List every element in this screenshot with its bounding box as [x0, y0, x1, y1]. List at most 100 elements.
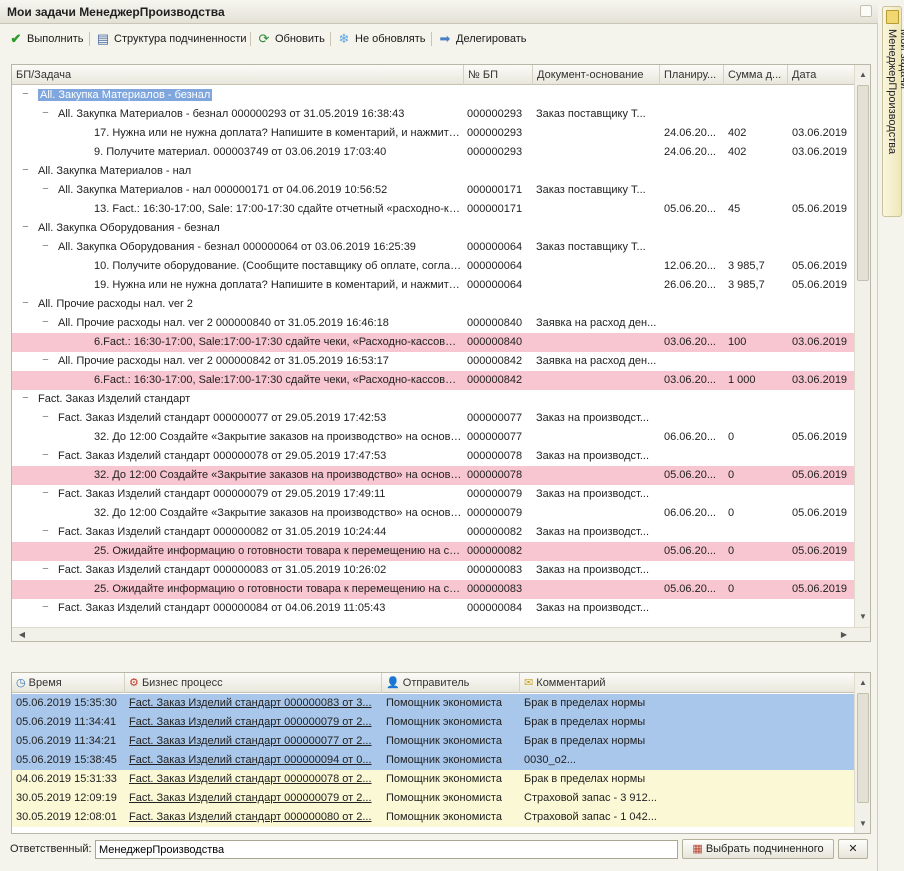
scroll-up-icon[interactable]: ▲	[855, 67, 871, 83]
table-row[interactable]: 05.06.2019 15:38:45 Fact. Заказ Изделий с…	[12, 751, 854, 770]
collapse-toggle-icon[interactable]: −	[40, 602, 51, 614]
column-header-bp[interactable]: № БП	[464, 65, 533, 85]
table-row[interactable]: − Fact. Заказ Изделий стандарт	[12, 390, 854, 409]
tasks-horizontal-scrollbar[interactable]: ◀ ▶	[12, 627, 870, 641]
table-row[interactable]: 6.Fact.: 16:30-17:00, Sale:17:00-17:30 с…	[12, 371, 854, 390]
process-link[interactable]: Fact. Заказ Изделий стандарт 000000079 о…	[129, 713, 379, 732]
cell-task-text: All. Закупка Оборудования - безнал	[38, 222, 220, 234]
process-link[interactable]: Fact. Заказ Изделий стандарт 000000083 о…	[129, 694, 379, 713]
table-row[interactable]: − All. Прочие расходы нал. ver 2 00000084…	[12, 314, 854, 333]
arrow-right-icon: ➡	[439, 31, 451, 46]
window-close-button[interactable]	[860, 5, 872, 17]
table-row[interactable]: 05.06.2019 11:34:41 Fact. Заказ Изделий с…	[12, 713, 854, 732]
column-header-sender[interactable]: 👤 Отправитель	[382, 673, 520, 693]
scroll-right-icon[interactable]: ▶	[836, 627, 852, 643]
collapse-toggle-icon[interactable]: −	[40, 564, 51, 576]
process-link[interactable]: Fact. Заказ Изделий стандарт 000000079 о…	[129, 789, 379, 808]
table-row[interactable]: − All. Прочие расходы нал. ver 2	[12, 295, 854, 314]
collapse-toggle-icon[interactable]: −	[40, 241, 51, 253]
table-row[interactable]: − All. Закупка Материалов - безнал 000000…	[12, 105, 854, 124]
no-refresh-button[interactable]: ❄ Не обновлять	[336, 30, 426, 48]
table-row[interactable]: 25. Ожидайте информацию о готовности тов…	[12, 542, 854, 561]
table-row[interactable]: − Fact. Заказ Изделий стандарт 000000079 …	[12, 485, 854, 504]
process-link[interactable]: Fact. Заказ Изделий стандарт 000000077 о…	[129, 732, 379, 751]
column-header-process[interactable]: ⚙ Бизнес процесс	[125, 673, 382, 693]
process-link[interactable]: Fact. Заказ Изделий стандарт 000000080 о…	[129, 808, 379, 827]
collapse-toggle-icon[interactable]: −	[40, 184, 51, 196]
execute-button[interactable]: ✔ Выполнить	[8, 30, 84, 48]
table-row[interactable]: 19. Нужна или не нужна доплата? Напишите…	[12, 276, 854, 295]
table-row[interactable]: 13. Fact.: 16:30-17:00, Sale: 17:00-17:3…	[12, 200, 854, 219]
column-header-date[interactable]: Дата	[788, 65, 854, 85]
table-row[interactable]: − All. Закупка Материалов - безнал	[12, 86, 854, 105]
column-header-planned[interactable]: Планиру...	[660, 65, 724, 85]
cell-sender: Помощник экономиста	[386, 811, 502, 823]
cell-date-text: 05.06.2019	[792, 431, 848, 443]
column-header-sum[interactable]: Сумма д...	[724, 65, 788, 85]
process-link[interactable]: Fact. Заказ Изделий стандарт 000000078 о…	[129, 770, 379, 789]
responsible-input[interactable]	[95, 840, 678, 859]
collapse-toggle-icon[interactable]: −	[40, 450, 51, 462]
cell-comment: Брак в пределах нормы	[524, 735, 646, 747]
table-row[interactable]: 10. Получите оборудование. (Сообщите пос…	[12, 257, 854, 276]
clear-button[interactable]: ✕	[838, 839, 868, 859]
choose-subordinate-button[interactable]: ▦ Выбрать подчиненного	[682, 839, 834, 859]
collapse-toggle-icon[interactable]: −	[40, 526, 51, 538]
collapse-toggle-icon[interactable]: −	[40, 488, 51, 500]
cell-task: All. Закупка Материалов - нал	[38, 162, 462, 181]
side-tab-my-tasks[interactable]: Мои задачи МенеджерПроизводства	[882, 6, 904, 217]
scroll-thumb[interactable]	[857, 693, 869, 803]
table-row[interactable]: − All. Закупка Материалов - нал 000000171…	[12, 181, 854, 200]
column-header-task[interactable]: БП/Задача	[12, 65, 464, 85]
scroll-down-icon[interactable]: ▼	[855, 609, 871, 625]
cell-plan-text: 05.06.20...	[664, 545, 716, 557]
column-header-document[interactable]: Документ-основание	[533, 65, 660, 85]
cell-doc-text: Заказ поставщику Т...	[536, 241, 646, 253]
collapse-toggle-icon[interactable]: −	[20, 222, 31, 234]
refresh-button[interactable]: ⟳ Обновить	[256, 30, 325, 48]
collapse-toggle-icon[interactable]: −	[20, 393, 31, 405]
structure-button[interactable]: ▤ Структура подчиненности	[95, 30, 247, 48]
history-vertical-scrollbar[interactable]: ▲ ▼	[854, 673, 870, 833]
collapse-toggle-icon[interactable]: −	[20, 298, 31, 310]
table-row[interactable]: − Fact. Заказ Изделий стандарт 000000077 …	[12, 409, 854, 428]
table-row[interactable]: 30.05.2019 12:08:01 Fact. Заказ Изделий с…	[12, 808, 854, 827]
cell-bp-text: 000000064	[467, 279, 523, 291]
table-row[interactable]: 25. Ожидайте информацию о готовности тов…	[12, 580, 854, 599]
scroll-thumb[interactable]	[857, 85, 869, 281]
table-row[interactable]: − All. Закупка Оборудования - безнал 0000…	[12, 238, 854, 257]
table-row[interactable]: 17. Нужна или не нужна доплата? Напишите…	[12, 124, 854, 143]
collapse-toggle-icon[interactable]: −	[40, 317, 51, 329]
collapse-toggle-icon[interactable]: −	[40, 355, 51, 367]
scroll-down-icon[interactable]: ▼	[855, 816, 871, 832]
table-row[interactable]: 32. До 12:00 Создайте «Закрытие заказов …	[12, 466, 854, 485]
delegate-button[interactable]: ➡ Делегировать	[437, 30, 527, 48]
cell-task-text: All. Прочие расходы нал. ver 2 000000842…	[58, 355, 389, 367]
scroll-up-icon[interactable]: ▲	[855, 675, 871, 691]
column-header-comment[interactable]: ✉ Комментарий	[520, 673, 854, 693]
collapse-toggle-icon[interactable]: −	[20, 165, 31, 177]
table-row[interactable]: − All. Прочие расходы нал. ver 2 00000084…	[12, 352, 854, 371]
table-row[interactable]: 6.Fact.: 16:30-17:00, Sale:17:00-17:30 с…	[12, 333, 854, 352]
table-row[interactable]: − Fact. Заказ Изделий стандарт 000000083 …	[12, 561, 854, 580]
tasks-vertical-scrollbar[interactable]: ▲ ▼	[854, 65, 870, 627]
table-row[interactable]: 05.06.2019 11:34:21 Fact. Заказ Изделий с…	[12, 732, 854, 751]
table-row[interactable]: 9. Получите материал. 000003749 от 03.06…	[12, 143, 854, 162]
table-row[interactable]: 04.06.2019 15:31:33 Fact. Заказ Изделий с…	[12, 770, 854, 789]
table-row[interactable]: − Fact. Заказ Изделий стандарт 000000084 …	[12, 599, 854, 618]
column-header-time[interactable]: ◷ Время	[12, 673, 125, 693]
table-row[interactable]: 32. До 12:00 Создайте «Закрытие заказов …	[12, 428, 854, 447]
collapse-toggle-icon[interactable]: −	[40, 412, 51, 424]
table-row[interactable]: − Fact. Заказ Изделий стандарт 000000078 …	[12, 447, 854, 466]
cell-sum	[728, 105, 786, 124]
process-link[interactable]: Fact. Заказ Изделий стандарт 000000094 о…	[129, 751, 379, 770]
table-row[interactable]: − Fact. Заказ Изделий стандарт 000000082 …	[12, 523, 854, 542]
table-row[interactable]: 30.05.2019 12:09:19 Fact. Заказ Изделий с…	[12, 789, 854, 808]
table-row[interactable]: 05.06.2019 15:35:30 Fact. Заказ Изделий с…	[12, 694, 854, 713]
table-row[interactable]: − All. Закупка Материалов - нал	[12, 162, 854, 181]
collapse-toggle-icon[interactable]: −	[40, 108, 51, 120]
collapse-toggle-icon[interactable]: −	[20, 89, 31, 101]
table-row[interactable]: 32. До 12:00 Создайте «Закрытие заказов …	[12, 504, 854, 523]
table-row[interactable]: − All. Закупка Оборудования - безнал	[12, 219, 854, 238]
scroll-left-icon[interactable]: ◀	[14, 627, 30, 643]
